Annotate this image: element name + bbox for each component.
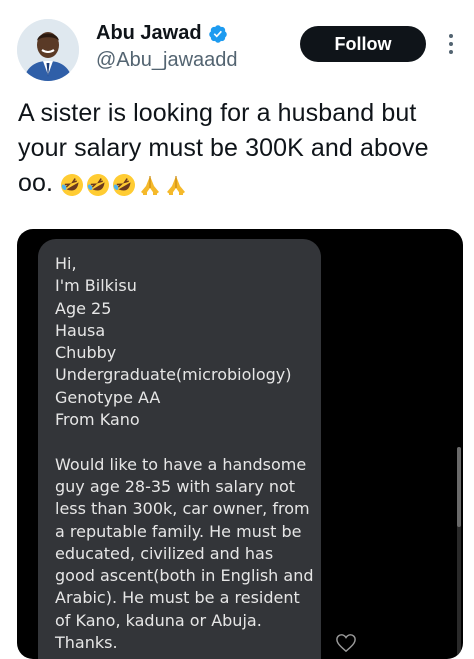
rolling-laughing-emoji-icon bbox=[87, 174, 110, 196]
scrollbar-thumb[interactable] bbox=[457, 447, 461, 527]
rolling-laughing-emoji-icon bbox=[61, 174, 84, 196]
tweet-text: A sister is looking for a husband but yo… bbox=[18, 96, 463, 201]
tweet-media-image[interactable]: Hi, I'm Bilkisu Age 25 Hausa Chubby Unde… bbox=[17, 229, 463, 659]
more-options-icon[interactable] bbox=[440, 30, 462, 58]
message-bubble: Hi, I'm Bilkisu Age 25 Hausa Chubby Unde… bbox=[38, 239, 321, 659]
folded-hands-emoji-icon bbox=[167, 176, 186, 195]
verified-badge-icon bbox=[208, 24, 227, 43]
heart-reaction-icon bbox=[336, 634, 356, 653]
author-display-name[interactable]: Abu Jawad bbox=[96, 22, 202, 45]
tweet-emojis bbox=[60, 173, 188, 197]
scrollbar[interactable] bbox=[457, 447, 461, 659]
rolling-laughing-emoji-icon bbox=[113, 174, 136, 196]
folded-hands-emoji-icon bbox=[141, 176, 160, 195]
avatar[interactable] bbox=[17, 19, 79, 81]
message-text: Hi, I'm Bilkisu Age 25 Hausa Chubby Unde… bbox=[55, 254, 314, 653]
author-handle[interactable]: @Abu_jawaadd bbox=[96, 49, 238, 72]
follow-button[interactable]: Follow bbox=[300, 26, 426, 62]
author-name-row: Abu Jawad bbox=[96, 22, 228, 45]
